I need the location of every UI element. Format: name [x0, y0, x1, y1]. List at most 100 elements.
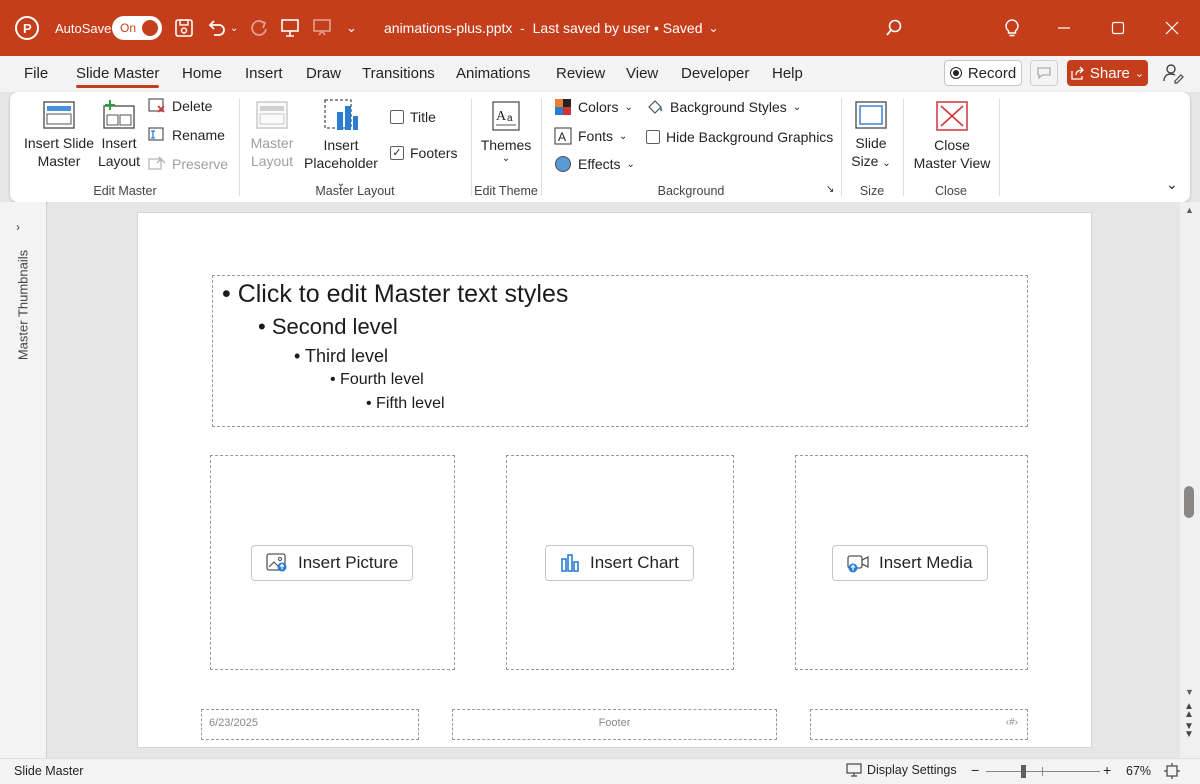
present-online-icon [311, 0, 333, 56]
hide-background-graphics-checkbox[interactable]: Hide Background Graphics [646, 129, 833, 145]
comments-button[interactable] [1030, 60, 1058, 86]
share-icon [1071, 66, 1084, 80]
master-layout-button: Master Layout [248, 100, 296, 170]
chevron-down-icon: ⌄ [626, 158, 635, 170]
insert-chart-icon [561, 554, 579, 572]
powerpoint-logo-icon: P [14, 0, 40, 56]
previous-slide-icon[interactable]: ▲ ▲ [1184, 702, 1194, 720]
customize-toolbar-icon[interactable]: ⌄ [346, 0, 357, 56]
close-master-view-button[interactable]: Close Master View [908, 100, 996, 172]
insert-placeholder-button[interactable]: Insert Placeholder ⌄ [300, 98, 382, 193]
tab-animations[interactable]: Animations [456, 56, 530, 92]
insert-placeholder-icon [324, 99, 358, 130]
rename-button[interactable]: Rename [148, 127, 225, 143]
zoom-level[interactable]: 67% [1126, 764, 1151, 778]
tab-label: Draw [306, 65, 342, 82]
tab-developer[interactable]: Developer [681, 56, 749, 92]
insert-placeholder-label-1: Insert [323, 137, 359, 153]
collapse-ribbon-icon[interactable]: ⌄ [1166, 176, 1178, 193]
tab-label: Developer [681, 65, 750, 82]
rename-label: Rename [172, 127, 225, 143]
insert-placeholder-label-2: Placeholder [304, 155, 378, 171]
autosave-toggle[interactable]: On [112, 0, 162, 56]
insert-media-button[interactable]: Insert Media [832, 545, 988, 581]
present-from-beginning-icon[interactable] [279, 0, 301, 56]
tab-review[interactable]: Review [556, 56, 605, 92]
close-window-icon[interactable] [1145, 0, 1199, 56]
group-label-close: Close [935, 184, 967, 198]
slide-size-button[interactable]: Slide Size ⌄ [846, 100, 896, 173]
colors-button[interactable]: Colors ⌄ [554, 98, 633, 116]
delete-button[interactable]: Delete [148, 98, 212, 114]
fonts-button[interactable]: A Fonts ⌄ [554, 127, 627, 145]
svg-text:A: A [558, 130, 566, 144]
next-slide-icon[interactable]: ▼ ▼ [1184, 722, 1194, 740]
slide-number-text: ‹#› [1005, 717, 1018, 728]
tab-home[interactable]: Home [182, 56, 222, 92]
tab-help[interactable]: Help [772, 56, 803, 92]
fonts-icon: A [554, 127, 572, 145]
display-settings-button[interactable]: Display Settings [846, 763, 957, 777]
master-thumbnails-label[interactable]: Master Thumbnails [16, 250, 31, 360]
tab-label: Slide Master [76, 65, 160, 82]
title-checkbox[interactable]: Title [390, 109, 436, 125]
text-level-4: • Fourth level [330, 371, 424, 388]
maximize-icon[interactable] [1091, 0, 1145, 56]
file-title-button[interactable]: animations-plus.pptx - Last saved by use… [384, 0, 719, 56]
svg-text:P: P [23, 21, 32, 36]
zoom-in-icon[interactable]: + [1103, 762, 1111, 778]
zoom-slider-track[interactable] [986, 771, 1100, 772]
share-button[interactable]: Share ⌄ [1067, 60, 1148, 86]
dialog-launcher-icon[interactable]: ↘ [826, 184, 834, 195]
tab-draw[interactable]: Draw [306, 56, 341, 92]
save-icon[interactable] [173, 0, 195, 56]
text-level-3-label: Third level [304, 346, 389, 366]
group-label-edit-master: Edit Master [93, 184, 157, 198]
tab-label: Home [182, 65, 223, 82]
tab-view[interactable]: View [626, 56, 658, 92]
insert-chart-button[interactable]: Insert Chart [545, 545, 694, 581]
insert-media-icon [847, 555, 869, 573]
fonts-label: Fonts [578, 128, 614, 144]
tab-label: Animations [456, 65, 531, 82]
svg-text:A: A [496, 109, 507, 124]
vertical-scrollbar[interactable] [1180, 202, 1200, 758]
minimize-icon[interactable] [1037, 0, 1091, 56]
insert-layout-button[interactable]: Insert Layout [96, 100, 142, 170]
undo-dropdown-icon[interactable]: ⌄ [230, 0, 238, 56]
footers-checkbox[interactable]: ✓ Footers [390, 145, 457, 161]
scroll-up-icon[interactable]: ▲ [1185, 205, 1194, 215]
scroll-thumb[interactable] [1184, 486, 1194, 518]
background-styles-icon [648, 100, 663, 114]
insert-layout-icon [103, 100, 135, 129]
effects-button[interactable]: Effects ⌄ [554, 155, 635, 173]
zoom-slider-thumb[interactable] [1021, 765, 1026, 778]
insert-slide-master-icon [43, 101, 75, 129]
undo-icon[interactable] [205, 0, 227, 56]
file-title: animations-plus.pptx - Last saved by use… [384, 20, 703, 36]
tab-slide-master[interactable]: Slide Master [76, 56, 160, 92]
record-button[interactable]: Record [944, 60, 1022, 86]
date-text: 6/23/2025 [209, 717, 258, 729]
scroll-down-icon[interactable]: ▼ [1185, 687, 1194, 697]
tab-file[interactable]: File [24, 56, 48, 92]
chevron-down-icon: ⌄ [1134, 67, 1145, 80]
tab-transitions[interactable]: Transitions [362, 56, 435, 92]
tab-insert[interactable]: Insert [245, 56, 283, 92]
chevron-down-icon: ⌄ [619, 130, 628, 142]
tab-label: Transitions [362, 65, 435, 82]
themes-button[interactable]: Aa Themes ⌄ [476, 100, 536, 164]
fit-to-window-icon[interactable] [1164, 763, 1180, 782]
effects-icon [555, 156, 571, 172]
search-icon[interactable] [884, 0, 904, 56]
master-layout-icon [256, 101, 288, 129]
zoom-out-icon[interactable]: − [971, 762, 979, 778]
lightbulb-icon[interactable] [1002, 0, 1022, 56]
insert-layout-label-2: Layout [97, 153, 141, 169]
insert-chart-label: Insert Chart [590, 553, 679, 572]
collaborate-icon[interactable] [1162, 60, 1184, 86]
insert-slide-master-button[interactable]: Insert Slide Master [22, 100, 96, 170]
expand-pane-icon[interactable]: › [16, 220, 20, 234]
background-styles-button[interactable]: Background Styles ⌄ [646, 98, 801, 116]
insert-picture-button[interactable]: Insert Picture [251, 545, 414, 581]
